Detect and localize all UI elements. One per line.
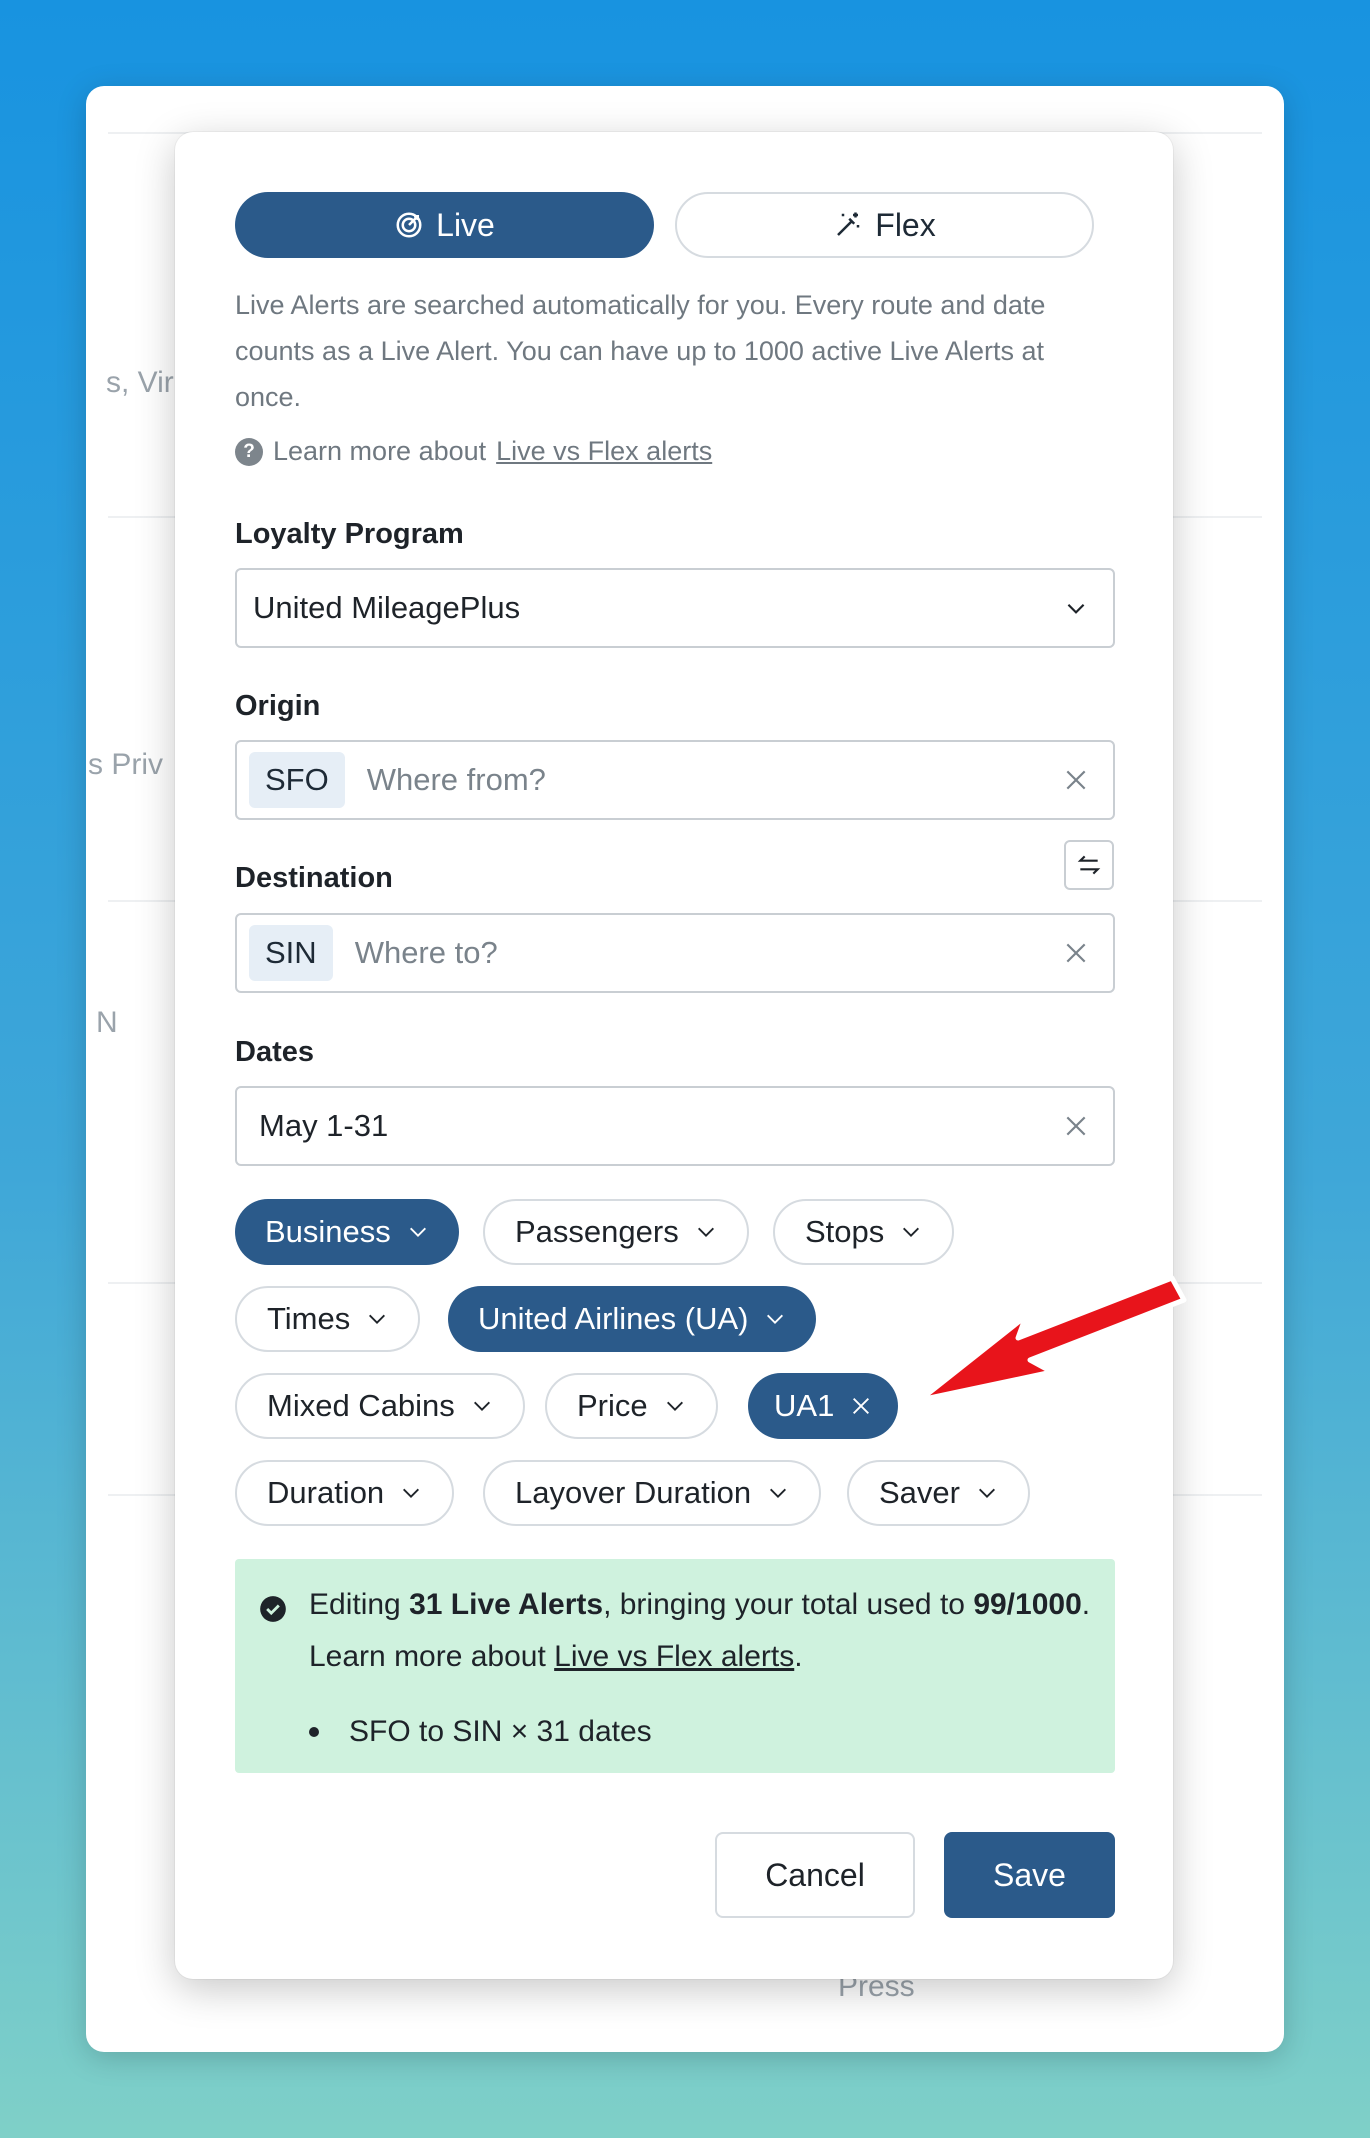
chevron-down-icon (403, 1488, 420, 1498)
cancel-button[interactable]: Cancel (715, 1832, 915, 1918)
chevron-down-icon (666, 1401, 683, 1411)
filter-flight-number[interactable]: UA1 (748, 1373, 899, 1439)
notice-end: . (794, 1640, 803, 1673)
swap-icon (1077, 855, 1101, 875)
live-vs-flex-link[interactable]: Live vs Flex alerts (496, 436, 712, 467)
filter-airline[interactable]: United Airlines (UA) (448, 1286, 817, 1352)
origin-chip[interactable]: SFO (249, 752, 345, 808)
bullet-dot (309, 1727, 319, 1737)
chevron-down-icon (409, 1227, 426, 1237)
clear-dates-icon[interactable] (1063, 1113, 1089, 1139)
filter-label: UA1 (774, 1388, 835, 1423)
chevron-down-icon (473, 1401, 490, 1411)
alert-modal: Live Flex Live Alerts are searched autom… (175, 132, 1173, 1979)
chevron-down-icon (1067, 603, 1085, 614)
dates-field[interactable]: May 1-31 (235, 1086, 1115, 1166)
chevron-down-icon (770, 1488, 787, 1498)
origin-field[interactable]: SFO Where from? (235, 740, 1115, 820)
close-icon[interactable] (850, 1395, 872, 1417)
filter-label: Saver (879, 1475, 960, 1510)
save-button[interactable]: Save (944, 1832, 1115, 1918)
chevron-down-icon (767, 1314, 784, 1324)
swap-button[interactable] (1064, 840, 1114, 890)
filter-stops[interactable]: Stops (773, 1199, 955, 1265)
magic-wand-icon (837, 212, 860, 236)
notice-total: 99/1000 (973, 1588, 1082, 1621)
notice-bullet: SFO to SIN × 31 dates (309, 1715, 652, 1749)
learn-more-prefix: Learn more about (273, 436, 487, 466)
check-circle-icon (260, 1596, 286, 1622)
target-icon (396, 212, 422, 238)
tab-live-label: Live (436, 206, 495, 243)
bg-text: N (96, 1006, 118, 1039)
help-icon: ? (235, 437, 263, 466)
filter-mixed-cabins[interactable]: Mixed Cabins (235, 1373, 525, 1439)
filter-duration[interactable]: Duration (235, 1460, 455, 1526)
chevron-down-icon (979, 1488, 995, 1498)
notice-prefix: Editing (309, 1588, 410, 1621)
filter-label: Times (267, 1301, 351, 1336)
destination-field[interactable]: SIN Where to? (235, 913, 1115, 993)
notice-middle: , bringing your total used to (603, 1588, 974, 1621)
filter-label: Stops (805, 1214, 885, 1249)
filter-label: Business (265, 1214, 391, 1249)
loyalty-value: United MileagePlus (253, 590, 521, 625)
destination-label: Destination (235, 862, 393, 894)
clear-origin-icon[interactable] (1063, 767, 1089, 793)
tab-live[interactable]: Live (235, 192, 654, 258)
notice-link[interactable]: Live vs Flex alerts (554, 1640, 794, 1673)
filter-layover-duration[interactable]: Layover Duration (483, 1460, 822, 1526)
filter-passengers[interactable]: Passengers (483, 1199, 749, 1265)
filter-times[interactable]: Times (235, 1286, 421, 1352)
dates-label: Dates (235, 1036, 314, 1068)
clear-destination-icon[interactable] (1063, 940, 1089, 966)
chevron-down-icon (369, 1314, 386, 1324)
chevron-down-icon (697, 1227, 714, 1237)
filter-label: Passengers (515, 1214, 679, 1249)
origin-placeholder: Where from? (366, 762, 546, 797)
live-alerts-description: Live Alerts are searched automatically f… (235, 290, 1046, 412)
learn-more: ? Learn more about Live vs Flex alerts (235, 436, 712, 467)
destination-chip[interactable]: SIN (249, 925, 333, 981)
route-summary: SFO to SIN × 31 dates (349, 1715, 652, 1748)
filter-label: Mixed Cabins (267, 1388, 455, 1423)
filter-price[interactable]: Price (545, 1373, 718, 1439)
chevron-down-icon (903, 1227, 920, 1237)
filter-label: Price (577, 1388, 648, 1423)
loyalty-label: Loyalty Program (235, 518, 464, 550)
filter-saver[interactable]: Saver (847, 1460, 1030, 1526)
filter-business[interactable]: Business (235, 1199, 459, 1265)
filter-label: Duration (267, 1475, 385, 1510)
destination-placeholder: Where to? (354, 935, 498, 970)
loyalty-select[interactable]: United MileagePlus (235, 568, 1115, 648)
notice-text: Editing 31 Live Alerts, bringing your to… (309, 1579, 1099, 1683)
dates-value: May 1-31 (259, 1108, 389, 1143)
alerts-notice: Editing 31 Live Alerts, bringing your to… (235, 1559, 1115, 1773)
filter-label: United Airlines (UA) (478, 1301, 749, 1336)
red-arrow-annotation (917, 1275, 1187, 1403)
origin-label: Origin (235, 690, 321, 722)
notice-count: 31 Live Alerts (409, 1588, 604, 1621)
filter-label: Layover Duration (515, 1475, 752, 1510)
bg-text: s, Vir (106, 366, 174, 399)
bg-text: s Priv (88, 748, 163, 781)
tab-flex-label: Flex (875, 206, 936, 243)
tab-flex[interactable]: Flex (675, 192, 1094, 258)
